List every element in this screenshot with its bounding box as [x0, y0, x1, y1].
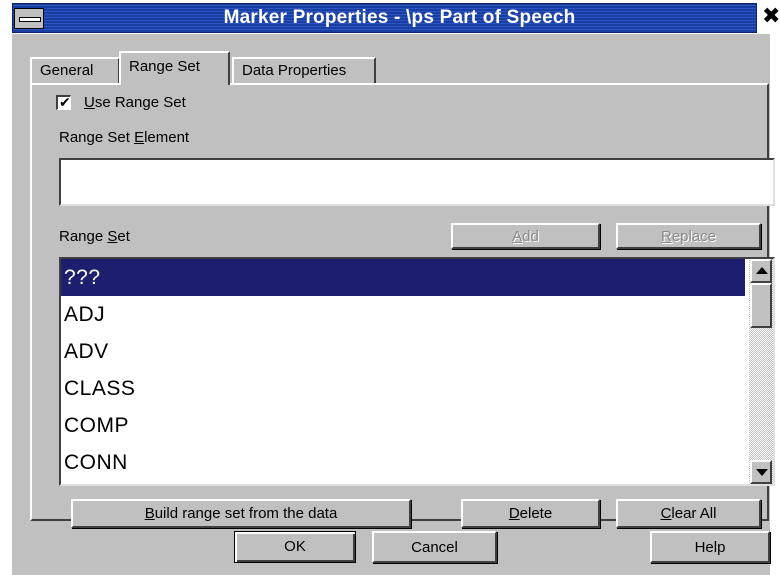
tab-range-set[interactable]: Range Set: [119, 51, 230, 85]
arrow-down-icon: [756, 469, 768, 476]
build-label: uild range set from the data: [154, 505, 338, 522]
use-range-set-checkbox[interactable]: ✔: [56, 94, 71, 110]
element-label-mnemonic: E: [134, 129, 145, 146]
scroll-down-button[interactable]: [750, 460, 772, 484]
list-item[interactable]: ADJ: [61, 296, 745, 333]
list-item[interactable]: COMP: [61, 407, 745, 444]
use-range-set-label-text: se Range Set: [94, 94, 186, 111]
range-set-tab-page: ✔ Use Range Set Range Set Element Range …: [30, 83, 775, 528]
checkmark-icon: ✔: [59, 94, 71, 110]
arrow-up-icon: [756, 267, 768, 274]
add-label: dd: [522, 228, 539, 245]
element-label-before: Range Set: [59, 129, 135, 146]
use-range-set-mnemonic: U: [84, 94, 95, 111]
close-icon[interactable]: ✖: [762, 5, 780, 27]
list-item[interactable]: CONN: [61, 444, 745, 481]
delete-label: elete: [519, 505, 553, 522]
replace-label: eplace: [671, 228, 717, 245]
tab-data-properties[interactable]: Data Properties: [232, 57, 376, 84]
element-label-after: lement: [144, 129, 190, 146]
delete-button[interactable]: Delete: [461, 499, 600, 528]
help-button[interactable]: Help: [650, 531, 770, 563]
rangeset-label-after: et: [117, 228, 130, 245]
system-menu-icon[interactable]: [14, 8, 44, 29]
window-title: Marker Properties - \ps Part of Speech: [223, 7, 576, 28]
replace-button[interactable]: Replace: [616, 223, 761, 249]
rangeset-label-before: Range: [59, 228, 108, 245]
delete-mnemonic: D: [508, 505, 520, 522]
scroll-up-button[interactable]: [750, 259, 772, 283]
clear-mnemonic: C: [660, 505, 672, 522]
replace-mnemonic: R: [660, 228, 672, 245]
add-mnemonic: A: [512, 228, 523, 245]
range-set-listbox[interactable]: ??? ADJ ADV CLASS COMP CONN: [59, 257, 775, 486]
title-bar[interactable]: Marker Properties - \ps Part of Speech: [12, 3, 757, 33]
clear-all-button[interactable]: Clear All: [616, 499, 761, 528]
list-item[interactable]: CLASS: [61, 370, 745, 407]
ok-button[interactable]: OK: [234, 531, 356, 563]
list-item[interactable]: ADV: [61, 333, 745, 370]
vertical-scrollbar[interactable]: [749, 259, 773, 484]
build-range-set-button[interactable]: Build range set from the data: [71, 499, 411, 528]
range-set-element-input[interactable]: [59, 158, 775, 206]
clear-label: lear All: [671, 505, 717, 522]
range-set-element-label: Range Set Element: [59, 129, 189, 146]
add-button[interactable]: Add: [451, 223, 600, 249]
marker-properties-window: Marker Properties - \ps Part of Speech ✖…: [0, 0, 780, 575]
range-set-list: ??? ADJ ADV CLASS COMP CONN: [61, 259, 745, 484]
tab-general[interactable]: General: [30, 57, 120, 84]
cancel-button[interactable]: Cancel: [372, 531, 497, 563]
range-set-label: Range Set: [59, 228, 130, 245]
dialog-body: General Range Set Data Properties ✔ Use …: [12, 34, 775, 575]
list-item[interactable]: ???: [61, 259, 745, 296]
scroll-thumb[interactable]: [750, 283, 772, 328]
use-range-set-label[interactable]: Use Range Set: [84, 94, 186, 111]
rangeset-label-mnemonic: S: [107, 228, 118, 245]
build-mnemonic: B: [144, 505, 155, 522]
